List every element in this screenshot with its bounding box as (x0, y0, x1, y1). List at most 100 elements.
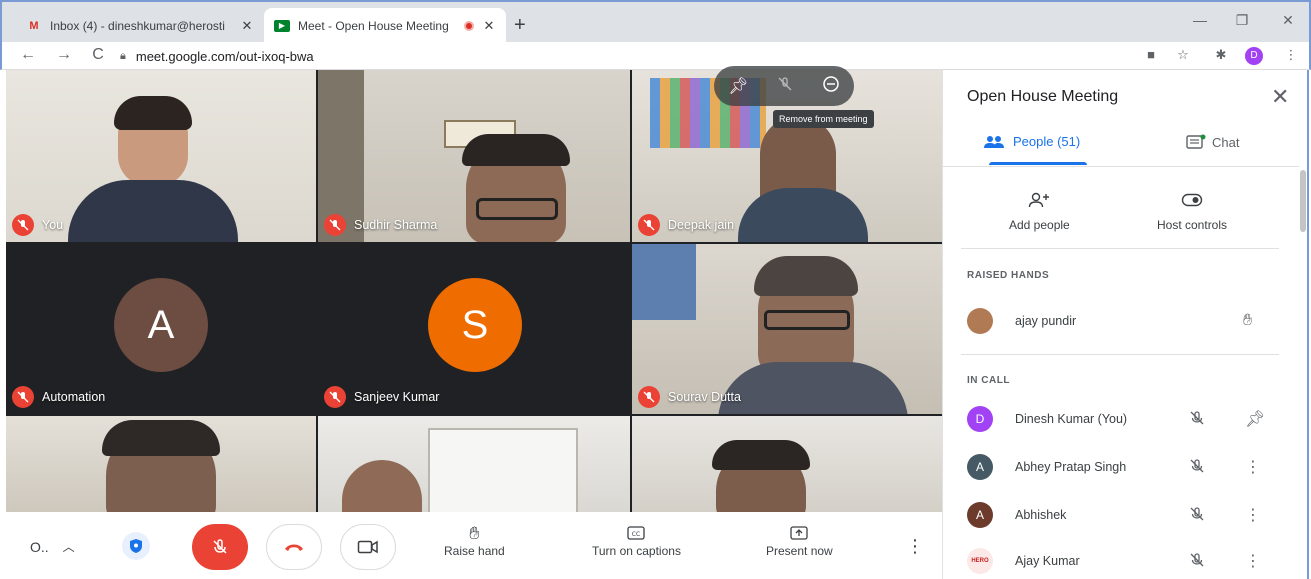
participant-name-bar: Sudhir Sharma (324, 214, 437, 236)
more-options-icon[interactable]: ⋮ (1245, 551, 1261, 571)
captions-icon: CC (627, 522, 646, 544)
mic-off-icon (638, 214, 660, 236)
participant-name-bar: Sanjeev Kumar (324, 386, 439, 408)
back-button[interactable]: ← (18, 46, 38, 64)
lock-icon: 🔒︎ (120, 49, 126, 62)
new-tab-button[interactable]: + (514, 14, 526, 37)
close-tab-icon[interactable]: ✕ (240, 18, 254, 34)
participant-row[interactable]: HERO Ajay Kumar ⋮ (967, 546, 1287, 576)
camera-toggle-button[interactable] (340, 524, 396, 570)
mic-toggle-button[interactable] (192, 524, 248, 570)
more-options-icon[interactable]: ⋮ (906, 536, 924, 557)
host-controls-button[interactable]: Host controls (1157, 182, 1227, 232)
pin-icon[interactable]: 📌︎ (728, 76, 748, 96)
recording-indicator (464, 21, 474, 31)
participant-name: Sanjeev Kumar (354, 390, 440, 404)
participant-hair (754, 256, 858, 296)
more-options-icon[interactable]: ⋮ (1245, 457, 1261, 477)
tab-people[interactable]: People (51) (983, 134, 1080, 149)
video-tile[interactable] (632, 416, 942, 512)
restore-button[interactable]: ❐ (1232, 12, 1252, 29)
raise-hand-button[interactable]: ✋︎ Raise hand (444, 522, 505, 559)
add-people-button[interactable]: Add people (1009, 182, 1070, 232)
participant-shirt (68, 180, 238, 242)
participant-row[interactable]: A Abhey Pratap Singh ⋮ (967, 452, 1287, 482)
mic-off-icon (324, 214, 346, 236)
pin-icon[interactable]: 📌︎ (1245, 409, 1265, 429)
browser-toolbar: ← → C 🔒︎ meet.google.com/out-ixoq-bwa ■ … (0, 42, 1311, 70)
participant-avatar: S (428, 278, 522, 372)
video-tile[interactable]: You (6, 70, 316, 242)
participant-glasses (764, 310, 850, 330)
participant-name: Sourav Dutta (668, 390, 741, 404)
participant-hair (114, 96, 192, 130)
video-tile[interactable]: Sourav Dutta (632, 244, 942, 414)
forward-button[interactable]: → (54, 46, 74, 64)
video-tile[interactable] (6, 416, 316, 512)
divider (961, 248, 1279, 249)
participant-hair (462, 134, 570, 166)
video-tile[interactable] (318, 416, 630, 512)
avatar: A (967, 454, 993, 480)
panel-scrollbar[interactable] (1300, 170, 1306, 232)
lower-hand-icon[interactable]: ✋︎ (1243, 312, 1252, 330)
present-label: Present now (766, 544, 833, 558)
tab-chat-label: Chat (1212, 134, 1240, 150)
panel-title: Open House Meeting (967, 88, 1119, 105)
leave-call-button[interactable] (266, 524, 322, 570)
tab-gmail[interactable]: M Inbox (4) - dineshkumar@herosti ✕ (16, 8, 264, 44)
bookmark-star-icon[interactable]: ☆ (1174, 47, 1192, 63)
meet-icon: ▶ (274, 20, 290, 32)
camera-icon (357, 540, 378, 554)
in-call-heading: IN CALL (967, 375, 1010, 386)
more-options-icon[interactable]: ⋮ (1245, 505, 1261, 525)
present-icon (790, 522, 808, 544)
whiteboard (428, 428, 578, 512)
meeting-code: O.. (30, 538, 49, 555)
address-bar[interactable]: 🔒︎ meet.google.com/out-ixoq-bwa (120, 45, 1130, 67)
raise-hand-label: Raise hand (444, 544, 505, 558)
remove-participant-icon[interactable] (822, 75, 840, 98)
host-shield-button[interactable] (122, 532, 150, 560)
tab-people-label: People (51) (1013, 134, 1081, 149)
minimize-button[interactable]: — (1190, 12, 1210, 28)
close-tab-icon[interactable]: ✕ (482, 18, 496, 34)
mic-off-icon (638, 386, 660, 408)
avatar: HERO (967, 548, 993, 574)
participant-name: Automation (42, 390, 106, 404)
camera-in-use-icon[interactable]: ■ (1142, 47, 1160, 62)
close-panel-icon[interactable]: ✕ (1271, 84, 1289, 110)
participant-name-bar: Automation (12, 386, 105, 408)
raised-hand-row[interactable]: ajay pundir ✋︎ (967, 306, 1287, 336)
avatar: A (967, 502, 993, 528)
mute-participant-icon[interactable] (777, 76, 793, 97)
tab-chat[interactable]: Chat (1186, 134, 1239, 150)
tab-meet[interactable]: ▶ Meet - Open House Meeting ✕ (264, 8, 506, 44)
captions-button[interactable]: CC Turn on captions (592, 522, 681, 558)
mic-off-icon[interactable] (1189, 458, 1205, 477)
toggle-icon (1172, 182, 1212, 218)
present-now-button[interactable]: Present now (766, 522, 833, 558)
avatar (967, 308, 993, 334)
people-icon (984, 135, 1004, 148)
reload-button[interactable]: C (88, 46, 108, 64)
mic-off-icon[interactable] (1189, 506, 1205, 525)
video-tile[interactable]: A Automation (6, 244, 316, 414)
menu-icon[interactable]: ⋮ (1282, 47, 1300, 63)
mic-off-icon[interactable] (1189, 410, 1205, 429)
divider (961, 354, 1279, 355)
close-window-button[interactable]: ✕ (1278, 12, 1298, 29)
gmail-icon: M (29, 20, 39, 32)
extensions-icon[interactable]: ✱ (1212, 47, 1230, 63)
active-tab-indicator (989, 162, 1087, 165)
profile-avatar[interactable]: D (1245, 47, 1263, 65)
wall-poster (632, 244, 696, 320)
video-tile[interactable]: S Sanjeev Kumar (318, 244, 630, 414)
mic-off-icon[interactable] (1189, 552, 1205, 571)
chevron-up-icon: ︿ (62, 540, 75, 554)
participant-row[interactable]: D Dinesh Kumar (You) 📌︎ (967, 404, 1287, 434)
participant-name: Sudhir Sharma (354, 218, 438, 232)
meeting-details-button[interactable]: O.. ︿ (30, 538, 75, 555)
video-tile[interactable]: Sudhir Sharma (318, 70, 630, 242)
participant-row[interactable]: A Abhishek ⋮ (967, 500, 1287, 530)
